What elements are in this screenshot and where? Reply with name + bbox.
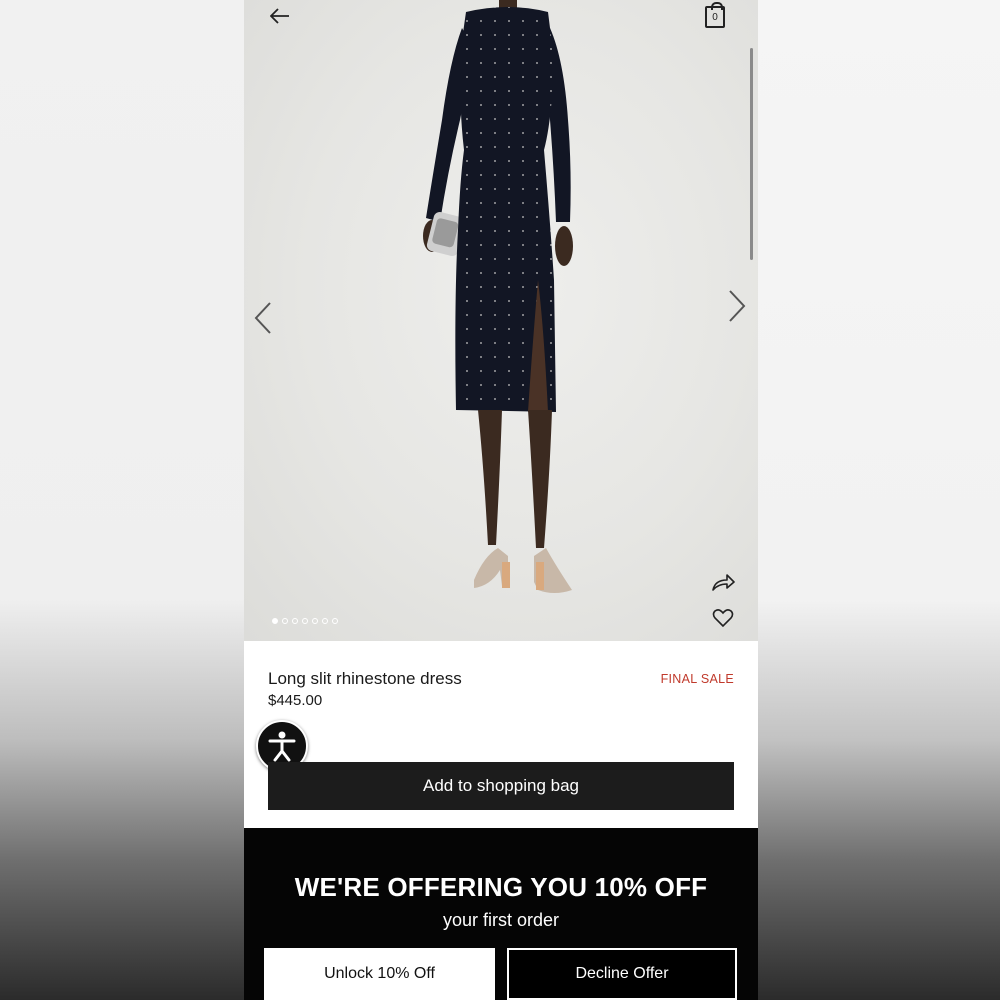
carousel-dots[interactable] — [272, 618, 338, 624]
carousel-dot[interactable] — [302, 618, 308, 624]
promo-subtitle: your first order — [442, 910, 560, 930]
shopping-bag-icon[interactable]: 0 — [705, 2, 725, 28]
carousel-dot[interactable] — [332, 618, 338, 624]
unlock-offer-button[interactable]: Unlock 10% Off — [264, 948, 495, 1000]
carousel-dot[interactable] — [312, 618, 318, 624]
carousel-dot[interactable] — [282, 618, 288, 624]
product-image — [423, 0, 573, 593]
product-info: Long slit rhinestone dress $445.00 FINAL… — [244, 641, 758, 828]
mobile-product-page: 0 Long slit rhinestone dress $445.00 FIN… — [244, 0, 758, 1000]
back-arrow-icon[interactable] — [268, 4, 292, 28]
right-background — [758, 0, 1000, 1000]
cart-count: 0 — [712, 11, 718, 23]
product-title: Long slit rhinestone dress — [268, 669, 462, 688]
share-icon[interactable] — [710, 570, 736, 594]
scrollbar[interactable] — [750, 48, 753, 260]
carousel-dot[interactable] — [272, 618, 278, 624]
chevron-right-icon[interactable] — [722, 286, 752, 326]
carousel-dot[interactable] — [322, 618, 328, 624]
final-sale-badge: FINAL SALE — [660, 672, 734, 686]
discount-promo-banner: WE'RE OFFERING YOU 10% OFF your first or… — [244, 828, 758, 1000]
product-image-carousel[interactable]: 0 — [244, 0, 758, 641]
product-price: $445.00 — [268, 692, 323, 709]
carousel-dot[interactable] — [292, 618, 298, 624]
heart-icon[interactable] — [710, 606, 736, 630]
chevron-left-icon[interactable] — [248, 298, 278, 338]
promo-title: WE'RE OFFERING YOU 10% OFF — [294, 872, 708, 902]
left-background — [0, 0, 244, 1000]
add-to-bag-button[interactable]: Add to shopping bag — [268, 762, 734, 810]
decline-offer-button[interactable]: Decline Offer — [507, 948, 737, 1000]
